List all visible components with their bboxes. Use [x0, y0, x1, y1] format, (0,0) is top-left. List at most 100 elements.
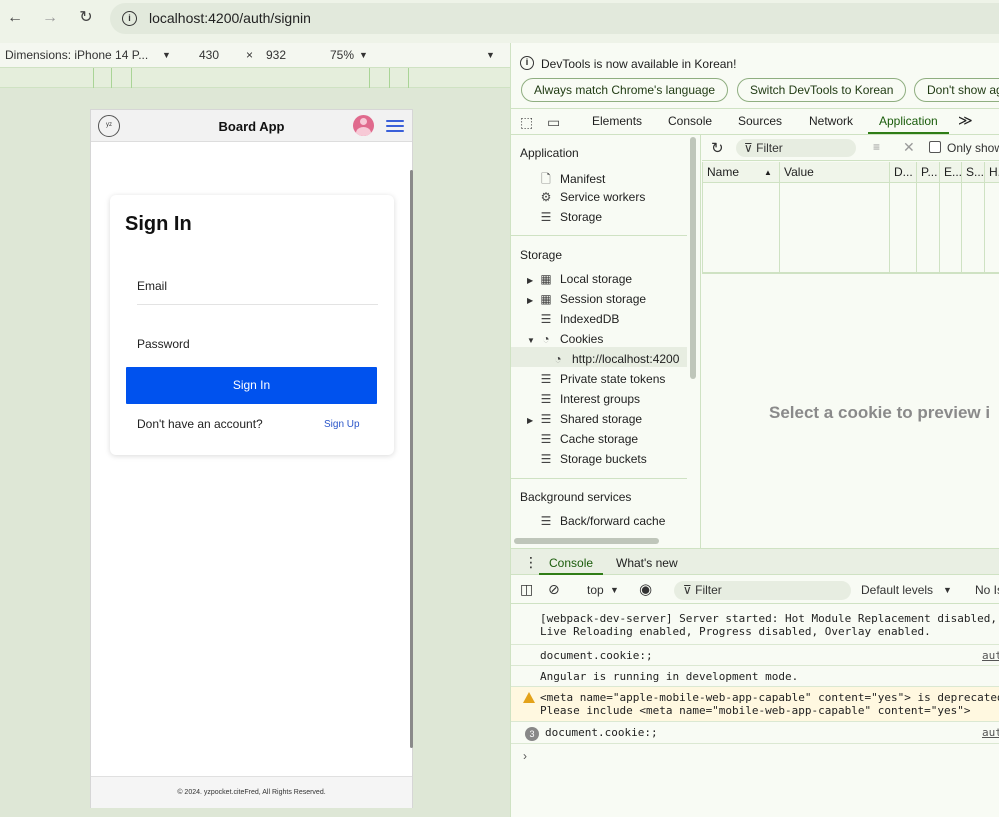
issues-counter[interactable]: No Is [975, 583, 999, 597]
tab-sources[interactable]: Sources [738, 114, 782, 128]
user-avatar-icon[interactable] [353, 115, 374, 136]
signup-link[interactable]: Sign Up [324, 419, 360, 430]
phone-scrollbar[interactable] [410, 170, 413, 748]
clear-filtered-icon[interactable]: ≡ [873, 140, 880, 154]
sidebar-item-shared-storage[interactable]: ☰ Shared storage [539, 412, 642, 426]
console-toolbar: ◫ ⊘ top ▼ ◉ ⊽ Filter Default levels ▼ No… [511, 576, 999, 604]
live-expression-eye-icon[interactable]: ◉ [639, 580, 652, 598]
password-field[interactable]: Password [137, 337, 190, 351]
sidebar-horizontal-scrollbar[interactable] [514, 538, 659, 544]
switch-korean-button[interactable]: Switch DevTools to Korean [737, 78, 907, 102]
address-bar[interactable]: i localhost:4200/auth/signin [110, 3, 999, 34]
expand-arrow-icon[interactable]: ▶ [527, 296, 533, 305]
sidebar-item-indexeddb[interactable]: ☰ IndexedDB [539, 312, 620, 326]
zoom-dropdown-icon[interactable]: ▼ [359, 50, 368, 60]
drawer-tab-console[interactable]: Console [549, 556, 593, 570]
signin-button[interactable]: Sign In [126, 367, 377, 404]
device-toolbar: Dimensions: iPhone 14 P... ▼ 430 × 932 7… [0, 43, 510, 68]
device-dropdown-icon[interactable]: ▼ [162, 50, 171, 60]
inspect-element-icon[interactable]: ⬚ [520, 114, 533, 131]
drawer-tabbar: ⋮ Console What's new [511, 549, 999, 575]
device-toggle-icon[interactable]: ▭ [547, 114, 560, 131]
reload-icon[interactable]: ↻ [76, 8, 96, 28]
column-name[interactable]: Name [707, 165, 739, 179]
sidebar-item-private-state-tokens[interactable]: ☰ Private state tokens [539, 372, 666, 386]
console-message[interactable]: document.cookie:; aut [511, 645, 999, 666]
sidebar-vertical-scrollbar[interactable] [690, 137, 696, 379]
infobar-text: DevTools is now available in Korean! [541, 57, 737, 71]
drawer-tab-whats-new[interactable]: What's new [616, 556, 678, 570]
sidebar-item-cookies[interactable]: ◔ Cookies [539, 332, 603, 346]
sidebar-item-cache-storage[interactable]: ☰ Cache storage [539, 432, 638, 446]
sidebar-item-session-storage[interactable]: ▦ Session storage [539, 292, 646, 306]
sidebar-item-manifest[interactable]: 🗋 Manifest [539, 170, 605, 191]
more-tabs-icon[interactable]: ≫ [958, 112, 973, 129]
console-warning[interactable]: <meta name="apple-mobile-web-app-capable… [511, 687, 999, 722]
collapse-arrow-icon[interactable]: ▼ [527, 336, 535, 345]
device-width-input[interactable]: 430 [199, 48, 219, 62]
sidebar-item-bfcache[interactable]: ☰ Back/forward cache [539, 514, 666, 528]
repeat-count-badge: 3 [525, 727, 539, 741]
clear-console-icon[interactable]: ⊘ [548, 581, 560, 598]
back-arrow-icon[interactable]: ← [5, 8, 25, 28]
sidebar-item-cookie-origin[interactable]: ◔ http://localhost:4200 [551, 352, 679, 366]
device-height-input[interactable]: 932 [266, 48, 286, 62]
column-expires[interactable]: E... [944, 165, 962, 179]
sidebar-item-interest-groups[interactable]: ☰ Interest groups [539, 392, 640, 406]
only-show-checkbox[interactable] [929, 141, 941, 153]
forward-arrow-icon[interactable]: → [40, 8, 60, 28]
context-select[interactable]: top [587, 583, 604, 597]
tab-console[interactable]: Console [668, 114, 712, 128]
column-httponly[interactable]: H. [989, 165, 999, 179]
source-link[interactable]: aut [982, 649, 999, 662]
console-message[interactable]: 3 document.cookie:; aut [511, 722, 999, 744]
cookie-toolbar: ↻ ⊽ Filter ≡ ✕ Only show [702, 135, 999, 161]
active-drawer-tab-indicator [539, 573, 603, 575]
sort-ascending-icon[interactable]: ▲ [764, 168, 772, 177]
url-text: localhost:4200/auth/signin [149, 10, 311, 26]
dont-show-again-button[interactable]: Don't show ag [914, 78, 999, 102]
sidebar-item-storage[interactable]: ☰ Storage [539, 210, 602, 224]
context-dropdown-icon[interactable]: ▼ [610, 585, 619, 595]
expand-arrow-icon[interactable]: ▶ [527, 416, 533, 425]
filter-icon: ⊽ [744, 141, 757, 155]
device-select[interactable]: Dimensions: iPhone 14 P... [5, 48, 148, 62]
column-size[interactable]: S... [966, 165, 984, 179]
zoom-select[interactable]: 75% [330, 48, 354, 62]
sidebar-item-local-storage[interactable]: ▦ Local storage [539, 272, 632, 286]
app-footer: © 2024. yzpocket.citeFred, All Rights Re… [91, 776, 412, 808]
tab-network[interactable]: Network [809, 114, 853, 128]
warning-icon [523, 692, 535, 703]
sidebar-item-service-workers[interactable]: ⚙ Service workers [539, 190, 646, 204]
hamburger-menu-icon[interactable] [386, 120, 404, 133]
only-show-label: Only show [947, 141, 999, 155]
refresh-icon[interactable]: ↻ [711, 139, 724, 157]
console-prompt[interactable]: › [523, 749, 527, 763]
source-link[interactable]: aut [982, 726, 999, 739]
database-icon: ☰ [540, 452, 552, 466]
site-info-icon[interactable]: i [122, 11, 137, 26]
dimension-separator: × [246, 48, 254, 62]
console-filter-input[interactable]: ⊽ Filter [674, 581, 851, 600]
cookie-filter-input[interactable]: ⊽ Filter [736, 139, 856, 157]
cookie-icon: ◔ [542, 332, 550, 346]
email-field[interactable]: Email [137, 279, 167, 293]
delete-selected-icon[interactable]: ✕ [903, 139, 915, 156]
more-options-icon[interactable]: ▼ [486, 50, 495, 60]
table-icon: ▦ [540, 292, 552, 306]
tab-elements[interactable]: Elements [592, 114, 642, 128]
levels-dropdown-icon[interactable]: ▼ [943, 585, 952, 595]
column-value[interactable]: Value [784, 165, 814, 179]
drawer-menu-icon[interactable]: ⋮ [524, 554, 538, 571]
sidebar-item-storage-buckets[interactable]: ☰ Storage buckets [539, 452, 647, 466]
column-domain[interactable]: D... [894, 165, 913, 179]
console-message[interactable]: [webpack-dev-server] Server started: Hot… [511, 608, 999, 645]
console-message[interactable]: Angular is running in development mode. [511, 666, 999, 687]
database-icon: ☰ [540, 432, 552, 446]
log-levels-select[interactable]: Default levels [861, 583, 933, 597]
match-language-button[interactable]: Always match Chrome's language [521, 78, 729, 102]
sidebar-toggle-icon[interactable]: ◫ [520, 581, 533, 598]
tab-application[interactable]: Application [879, 114, 938, 128]
expand-arrow-icon[interactable]: ▶ [527, 276, 533, 285]
column-path[interactable]: P... [921, 165, 937, 179]
